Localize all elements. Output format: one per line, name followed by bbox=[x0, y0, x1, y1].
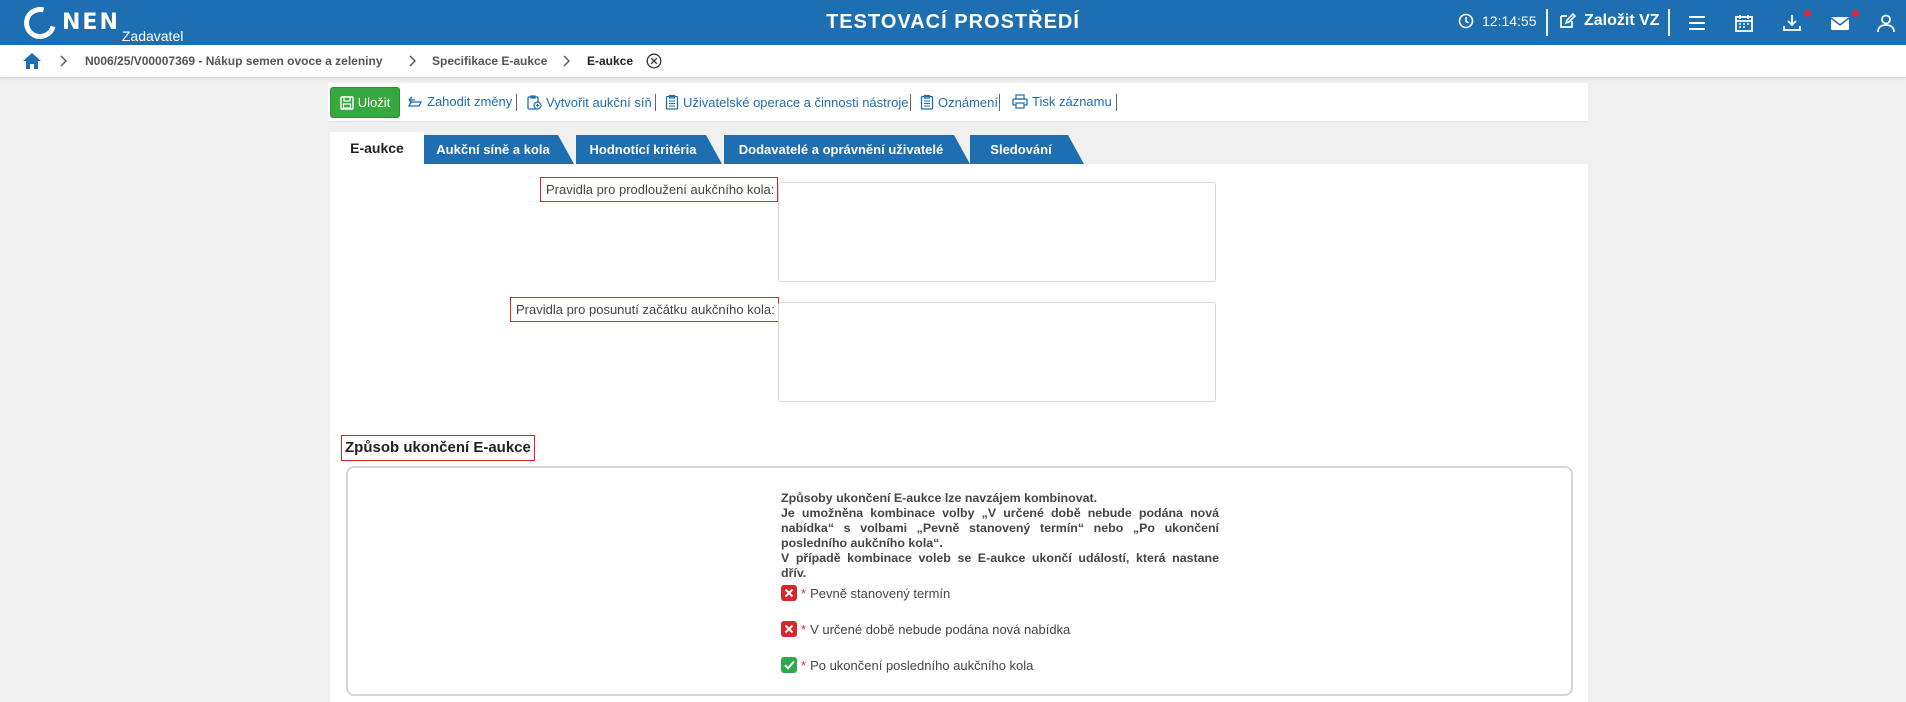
session-timer: 12:14:55 bbox=[1458, 13, 1537, 29]
discard-changes-button[interactable]: Zahodit změny bbox=[407, 94, 512, 109]
info-line: V případě kombinace voleb se E-aukce uko… bbox=[781, 551, 1219, 580]
download-notification-badge bbox=[1804, 10, 1811, 17]
required-asterisk: * bbox=[801, 657, 807, 673]
option-no-new-bid[interactable]: * V určené době nebude podána nová nabíd… bbox=[781, 621, 1070, 637]
notices-button[interactable]: Oznámení bbox=[920, 94, 998, 110]
notices-label: Oznámení bbox=[938, 94, 998, 110]
save-label: Uložit bbox=[357, 95, 391, 110]
calendar-icon[interactable] bbox=[1733, 12, 1755, 34]
clipboard-icon bbox=[665, 94, 679, 110]
auction-end-info: Způsoby ukončení E-aukce lze navzájem ko… bbox=[781, 491, 1219, 581]
checked-checkmark-icon[interactable] bbox=[781, 657, 797, 673]
discard-icon bbox=[407, 96, 423, 107]
toolbar-divider bbox=[910, 94, 911, 111]
chevron-right-icon bbox=[409, 55, 416, 67]
auction-hall-icon bbox=[527, 95, 542, 110]
print-icon bbox=[1012, 94, 1028, 109]
tab-e-aukce[interactable]: E-aukce bbox=[330, 132, 424, 164]
nen-logo[interactable]: NEN Zadavatel bbox=[18, 1, 184, 45]
toolbar-divider bbox=[999, 94, 1000, 111]
header-divider bbox=[1546, 9, 1548, 36]
save-icon bbox=[340, 95, 354, 110]
toolbar-divider bbox=[516, 94, 517, 111]
print-record-label: Tisk záznamu bbox=[1032, 94, 1112, 109]
chevron-right-icon bbox=[60, 55, 67, 67]
shift-start-rules-label: Pravidla pro posunutí začátku aukčního k… bbox=[510, 297, 779, 322]
create-auction-hall-label: Vytvořit aukční síň bbox=[546, 94, 652, 110]
breadcrumb: N006/25/V00007369 - Nákup semen ovoce a … bbox=[0, 45, 1906, 78]
notice-icon bbox=[920, 94, 934, 110]
auction-end-section-title: Způsob ukončení E-aukce bbox=[341, 435, 535, 461]
create-vz-label: Založit VZ bbox=[1584, 12, 1660, 29]
user-operations-label: Uživatelské operace a činnosti nástroje bbox=[683, 94, 909, 110]
option-fixed-deadline[interactable]: * Pevně stanovený termín bbox=[781, 585, 950, 601]
required-asterisk: * bbox=[801, 585, 807, 601]
info-line: Způsoby ukončení E-aukce lze navzájem ko… bbox=[781, 491, 1098, 505]
tab-suppliers-users[interactable]: Dodavatelé a oprávnění uživatelé bbox=[724, 135, 970, 164]
info-line: Je umožněna kombinace volby „V určené do… bbox=[781, 506, 1219, 550]
create-vz-button[interactable]: Založit VZ bbox=[1558, 12, 1660, 30]
logo-text: NEN bbox=[62, 10, 120, 35]
edit-icon bbox=[1560, 12, 1576, 28]
download-icon[interactable] bbox=[1781, 12, 1803, 34]
shift-start-rules-textarea[interactable] bbox=[778, 302, 1216, 402]
menu-icon[interactable] bbox=[1686, 12, 1708, 34]
option-label: Pevně stanovený termín bbox=[810, 585, 951, 601]
extension-rules-textarea[interactable] bbox=[778, 182, 1216, 282]
logo-ring-icon bbox=[18, 1, 62, 45]
clock-icon bbox=[1458, 13, 1474, 29]
breadcrumb-item-current: E-aukce bbox=[587, 54, 634, 68]
discard-label: Zahodit změny bbox=[427, 94, 513, 109]
user-icon[interactable] bbox=[1875, 12, 1897, 34]
breadcrumb-item-tender[interactable]: N006/25/V00007369 - Nákup semen ovoce a … bbox=[85, 54, 383, 68]
close-icon[interactable] bbox=[646, 53, 662, 69]
extension-rules-label: Pravidla pro prodloužení aukčního kola: bbox=[540, 177, 779, 202]
mail-icon[interactable] bbox=[1829, 12, 1851, 34]
tab-tracking[interactable]: Sledování bbox=[970, 135, 1084, 164]
user-operations-button[interactable]: Uživatelské operace a činnosti nástroje bbox=[665, 94, 908, 110]
chevron-right-icon bbox=[563, 55, 570, 67]
top-header: NEN Zadavatel TESTOVACÍ PROSTŘEDÍ 12:14:… bbox=[0, 0, 1906, 45]
save-button[interactable]: Uložit bbox=[330, 87, 400, 118]
toolbar-divider bbox=[1116, 94, 1117, 111]
action-toolbar: Uložit Zahodit změny Vytvořit aukční síň… bbox=[328, 83, 1588, 122]
option-after-last-round[interactable]: * Po ukončení posledního aukčního kola bbox=[781, 657, 1033, 673]
option-label: V určené době nebude podána nová nabídka bbox=[810, 621, 1071, 637]
create-auction-hall-button[interactable]: Vytvořit aukční síň bbox=[526, 94, 652, 110]
header-divider bbox=[1668, 9, 1670, 36]
breadcrumb-item-specification[interactable]: Specifikace E-aukce bbox=[432, 54, 547, 68]
tab-evaluation-criteria[interactable]: Hodnotící kritéria bbox=[576, 135, 722, 164]
session-time: 12:14:55 bbox=[1482, 13, 1537, 29]
option-label: Po ukončení posledního aukčního kola bbox=[810, 657, 1034, 673]
print-record-button[interactable]: Tisk záznamu bbox=[1012, 94, 1112, 109]
unchecked-x-icon[interactable] bbox=[781, 585, 797, 601]
unchecked-x-icon[interactable] bbox=[781, 621, 797, 637]
mail-notification-badge bbox=[1852, 10, 1859, 17]
tab-auction-halls[interactable]: Aukční síně a kola bbox=[424, 135, 574, 164]
toolbar-divider bbox=[655, 94, 656, 111]
home-icon[interactable] bbox=[22, 52, 42, 70]
required-asterisk: * bbox=[801, 621, 807, 637]
user-role: Zadavatel bbox=[121, 28, 184, 44]
